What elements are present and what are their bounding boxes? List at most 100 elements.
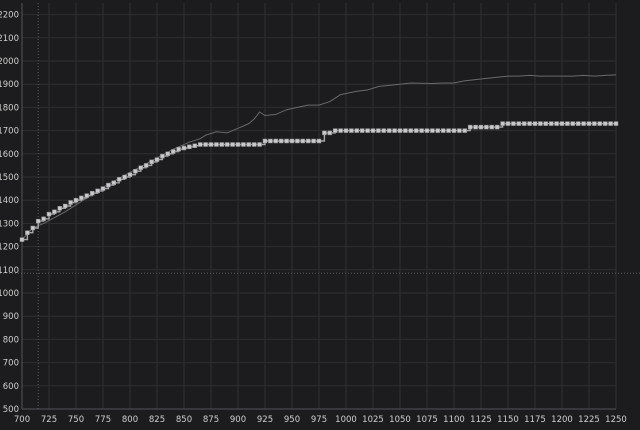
step-marker-point	[511, 121, 516, 126]
step-marker-point	[165, 151, 171, 157]
step-marker-point	[538, 121, 543, 126]
step-marker-point	[230, 142, 235, 147]
y-tick-label: 1400	[0, 196, 19, 206]
y-tick-label: 900	[3, 312, 19, 322]
step-marker-point	[419, 128, 424, 133]
step-marker-point	[273, 138, 279, 144]
step-marker-point	[413, 128, 419, 133]
step-marker-point	[608, 121, 613, 126]
step-marker-point	[316, 138, 322, 144]
step-marker-point	[284, 138, 289, 144]
step-marker-point	[89, 190, 95, 196]
step-marker-point	[424, 128, 430, 133]
step-marker-point	[467, 124, 473, 130]
step-marker-point	[403, 128, 408, 133]
step-marker-point	[100, 186, 106, 191]
step-marker-point	[457, 128, 462, 133]
x-tick-label: 1125	[470, 415, 492, 425]
step-marker-point	[575, 121, 581, 126]
step-marker-point	[122, 174, 127, 180]
x-tick-label: 825	[149, 415, 165, 425]
step-marker-point	[446, 128, 451, 133]
step-marker-point	[354, 128, 360, 133]
step-marker-point	[586, 121, 592, 126]
y-tick-label: 1300	[0, 219, 19, 229]
x-tick-label: 775	[95, 415, 111, 425]
step-marker-point	[462, 128, 468, 133]
step-marker-point	[408, 128, 414, 133]
step-marker-point	[224, 142, 230, 147]
step-marker-point	[52, 209, 57, 215]
x-tick-label: 975	[311, 415, 327, 425]
step-marker-point	[19, 237, 25, 242]
x-tick-label: 1150	[497, 415, 519, 425]
step-marker-point	[170, 149, 176, 154]
x-tick-label: 1000	[335, 415, 357, 425]
y-tick-label: 2200	[0, 11, 19, 21]
step-marker-point	[478, 124, 484, 130]
y-tick-label: 1700	[0, 127, 19, 137]
step-marker-point	[251, 142, 257, 147]
y-tick-label: 1000	[0, 289, 19, 299]
y-tick-label: 1800	[0, 103, 19, 113]
step-marker-point	[143, 163, 149, 168]
step-marker-point	[235, 142, 241, 147]
x-tick-label: 875	[203, 415, 219, 425]
step-marker-point	[241, 142, 246, 147]
step-marker-point	[160, 153, 165, 159]
step-marker-point	[57, 206, 63, 211]
x-tick-label: 700	[14, 415, 30, 425]
y-tick-label: 700	[3, 359, 19, 369]
x-tick-label: 1200	[551, 415, 573, 425]
line-chart: 700 725 750 775 800 825 850 875 900 925 950 975 1000…	[0, 0, 640, 426]
x-tick-label: 925	[257, 415, 273, 425]
step-marker-point	[300, 138, 306, 144]
step-marker-point	[181, 145, 187, 151]
x-tick-label: 1100	[443, 415, 465, 425]
y-tick-label: 600	[3, 382, 19, 392]
step-marker-point	[338, 128, 343, 133]
step-marker-point	[73, 197, 79, 203]
y-tick-label: 1900	[0, 80, 19, 90]
step-marker-point	[559, 121, 565, 126]
step-marker-point	[327, 130, 333, 136]
step-marker-point	[554, 121, 559, 126]
step-marker-point	[25, 230, 30, 235]
step-marker-point	[473, 124, 478, 130]
y-tick-label: 1100	[0, 266, 19, 276]
step-marker-point	[484, 124, 489, 130]
step-marker-point	[451, 128, 457, 133]
step-marker-point	[359, 128, 365, 133]
step-marker-point	[505, 121, 511, 126]
step-marker-point	[565, 121, 570, 126]
step-marker-point	[79, 195, 84, 201]
y-tick-label: 1200	[0, 243, 19, 253]
step-marker-point	[278, 138, 284, 144]
step-marker-point	[262, 138, 268, 144]
step-marker-point	[613, 121, 619, 126]
x-tick-label: 1050	[389, 415, 411, 425]
x-tick-label: 1175	[524, 415, 546, 425]
step-marker-point	[430, 128, 435, 133]
x-tick-label: 800	[122, 415, 138, 425]
step-marker-point	[548, 121, 554, 126]
y-tick-label: 2100	[0, 34, 19, 44]
step-marker-point	[381, 128, 387, 133]
step-marker-point	[386, 128, 392, 133]
step-marker-point	[311, 138, 316, 144]
step-marker-point	[246, 142, 252, 147]
step-marker-point	[543, 121, 549, 126]
step-marker-point	[527, 121, 532, 126]
step-marker-point	[397, 128, 403, 133]
x-tick-label: 1025	[362, 415, 384, 425]
x-tick-label: 725	[41, 415, 57, 425]
step-marker-point	[521, 121, 527, 126]
step-marker-point	[214, 142, 219, 147]
step-marker-point	[138, 165, 144, 170]
step-marker-point	[149, 159, 154, 165]
step-marker-point	[295, 138, 300, 144]
step-marker-point	[268, 138, 273, 144]
step-marker-point	[597, 121, 603, 126]
step-marker-point	[435, 128, 441, 133]
step-marker-point	[95, 188, 100, 194]
